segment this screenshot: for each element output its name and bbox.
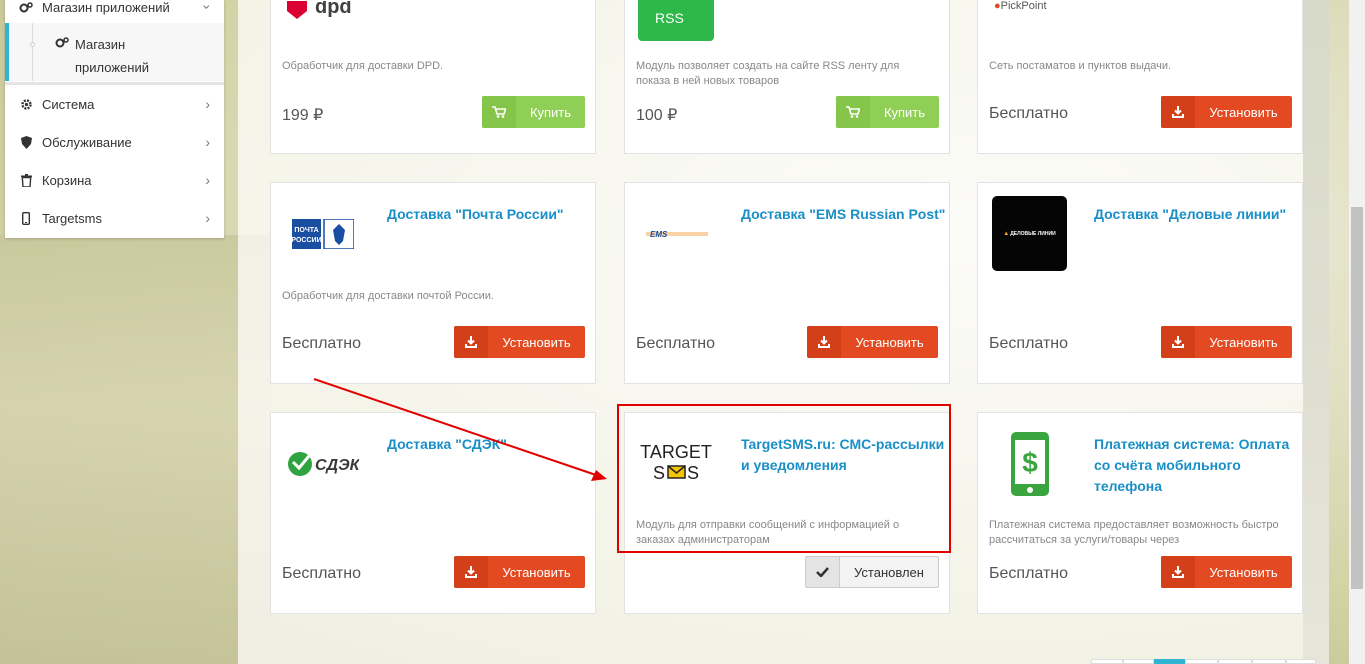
pagination-item[interactable] [1286, 659, 1316, 664]
pagination-item[interactable] [1123, 659, 1154, 664]
scrollbar-thumb[interactable] [1351, 207, 1363, 589]
pagination-item[interactable] [1218, 659, 1252, 664]
annotation-arrow [313, 378, 607, 481]
pagination-item[interactable] [1091, 659, 1123, 664]
pagination-item[interactable] [1185, 659, 1218, 664]
pagination-item-active[interactable] [1154, 659, 1185, 664]
pagination-item[interactable] [1252, 659, 1286, 664]
